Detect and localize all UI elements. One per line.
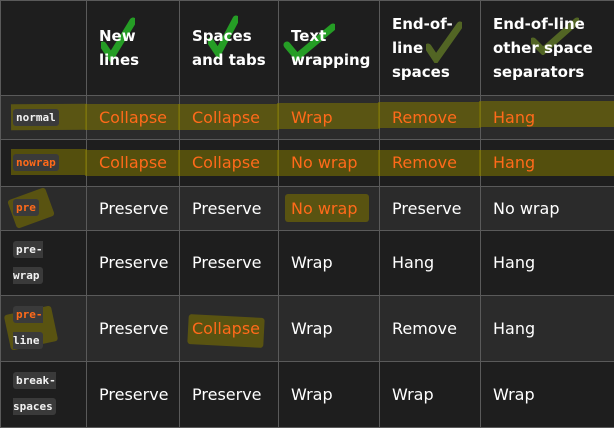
- table-row-nowrap: nowrap Collapse Collapse No wrap Remove …: [0, 139, 614, 187]
- table-cell: Collapse: [85, 94, 181, 141]
- table-cell: Wrap: [480, 360, 614, 428]
- table-cell: Collapse: [179, 295, 279, 362]
- css-value-code: pre-wrap: [13, 240, 43, 284]
- table-cell: Hang: [479, 139, 614, 187]
- table-cell: Preserve: [179, 185, 279, 231]
- table-cell: Remove: [378, 139, 482, 187]
- table-cell: Wrap: [277, 94, 381, 141]
- table-cell: Preserve: [86, 229, 180, 297]
- css-value-code: break-spaces: [13, 372, 56, 416]
- value-cell: pre: [0, 185, 87, 231]
- table-cell: Remove: [378, 94, 482, 141]
- table-cell: Wrap: [278, 229, 380, 297]
- table-cell: No wrap: [277, 139, 381, 187]
- table-row-pre-line: pre-line Preserve Collapse Wrap Remove H…: [0, 295, 614, 362]
- table-cell: Preserve: [86, 185, 180, 231]
- header-end-of-line-other-space-separators: End-of-line other space separators: [480, 0, 614, 96]
- css-value-code: pre: [13, 199, 39, 217]
- value-cell: nowrap: [0, 139, 88, 187]
- table-cell: Wrap: [278, 360, 380, 428]
- table-row-normal: normal Collapse Collapse Wrap Remove Han…: [0, 94, 614, 141]
- table-cell: Preserve: [379, 185, 481, 231]
- table-cell: Hang: [379, 229, 481, 297]
- header-row: New lines Spaces and tabs Text wrapping End…: [0, 0, 614, 96]
- table-cell: Hang: [479, 94, 614, 141]
- value-cell: pre-wrap: [0, 229, 87, 297]
- header-text-wrapping: Text wrapping: [278, 0, 380, 96]
- css-value-code: normal: [13, 108, 59, 126]
- table-cell: Wrap: [278, 295, 380, 362]
- header-new-lines: New lines: [86, 0, 180, 96]
- header-spaces-and-tabs: Spaces and tabs: [179, 0, 279, 96]
- table-cell: Preserve: [86, 295, 180, 362]
- table-cell: Preserve: [86, 360, 180, 428]
- css-value-code: pre-line: [13, 306, 43, 350]
- table-cell: Collapse: [85, 139, 181, 187]
- value-cell: pre-line: [0, 295, 87, 362]
- white-space-table: New lines Spaces and tabs Text wrapping End…: [0, 0, 614, 428]
- table-cell: Preserve: [179, 360, 279, 428]
- table-row-pre-wrap: pre-wrap Preserve Preserve Wrap Hang Han…: [0, 229, 614, 297]
- table-cell: Hang: [480, 229, 614, 297]
- corner-header-cell: [0, 0, 87, 96]
- table-cell: Remove: [379, 295, 481, 362]
- header-end-of-line-spaces: End-of-line spaces: [379, 0, 481, 96]
- table-row-pre: pre Preserve Preserve No wrap Preserve N…: [0, 185, 614, 231]
- table-cell: No wrap: [278, 185, 380, 231]
- table-cell: Wrap: [379, 360, 481, 428]
- value-cell: break-spaces: [0, 360, 87, 428]
- css-value-code: nowrap: [13, 153, 59, 171]
- table-cell: Collapse: [178, 139, 280, 187]
- table-cell: Hang: [480, 295, 614, 362]
- table-cell: Preserve: [179, 229, 279, 297]
- table-cell: Collapse: [178, 94, 280, 141]
- table-row-break-spaces: break-spaces Preserve Preserve Wrap Wrap…: [0, 360, 614, 428]
- table-cell: No wrap: [480, 185, 614, 231]
- value-cell: normal: [0, 94, 89, 141]
